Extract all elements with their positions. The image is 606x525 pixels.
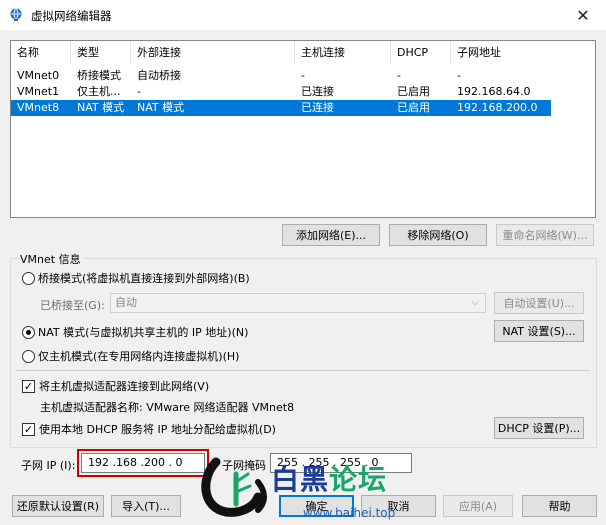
add-network-button[interactable]: 添加网络(E)... xyxy=(282,224,380,246)
nat-mode-label: NAT 模式(与虚拟机共享主机的 IP 地址)(N) xyxy=(38,326,249,339)
cell-dhcp: - xyxy=(397,69,401,82)
network-globe-icon xyxy=(10,8,22,21)
import-button[interactable]: 导入(T)... xyxy=(111,495,181,517)
table-row-selected[interactable]: VMnet8 NAT 模式 NAT 模式 已连接 已启用 192.168.200… xyxy=(11,100,551,116)
auto-settings-button[interactable]: 自动设置(U)... xyxy=(494,292,584,314)
cell-name: VMnet1 xyxy=(17,85,60,98)
rename-network-button[interactable]: 重命名网络(W)... xyxy=(496,224,594,246)
cell-type: 桥接模式 xyxy=(77,69,121,82)
watermark-text: 白黑论坛 xyxy=(271,463,388,496)
remove-network-button[interactable]: 移除网络(O) xyxy=(389,224,487,246)
dhcp-label: 使用本地 DHCP 服务将 IP 地址分配给虚拟机(D) xyxy=(39,423,276,436)
nat-settings-button[interactable]: NAT 设置(S)... xyxy=(494,320,584,342)
column-header-host[interactable]: 主机连接 xyxy=(295,41,391,64)
column-header-dhcp[interactable]: DHCP xyxy=(391,41,451,64)
bridged-mode-label: 桥接模式(将虚拟机直接连接到外部网络)(B) xyxy=(38,272,250,285)
watermark-url: www.baihei.top xyxy=(303,506,396,520)
adapter-name-text: 主机虚拟适配器名称: VMware 网络适配器 VMnet8 xyxy=(40,401,295,414)
table-row[interactable]: VMnet0 桥接模式 自动桥接 - - - xyxy=(11,68,595,84)
vmnet-info-legend: VMnet 信息 xyxy=(18,251,83,267)
cell-host: - xyxy=(301,69,305,82)
host-only-mode-label: 仅主机模式(在专用网络内连接虚拟机)(H) xyxy=(38,350,240,363)
cell-type: 仅主机... xyxy=(77,85,121,98)
bridged-to-label: 已桥接至(G): xyxy=(40,299,105,312)
title-bar: 虚拟网络编辑器 ✕ xyxy=(0,0,606,30)
column-header-name[interactable]: 名称 xyxy=(11,41,71,64)
bridged-mode-radio[interactable]: 桥接模式(将虚拟机直接连接到外部网络)(B) xyxy=(22,270,250,286)
column-header-type[interactable]: 类型 xyxy=(71,41,131,64)
cell-dhcp: 已启用 xyxy=(397,101,430,114)
bridged-to-value: 自动 xyxy=(115,296,137,309)
cell-subnet: - xyxy=(457,69,461,82)
cell-external: - xyxy=(137,85,141,98)
restore-defaults-button[interactable]: 还原默认设置(R) xyxy=(12,495,104,517)
cell-type: NAT 模式 xyxy=(77,101,125,114)
network-list[interactable]: 名称 类型 外部连接 主机连接 DHCP 子网地址 VMnet0 桥接模式 自动… xyxy=(10,40,596,218)
table-row[interactable]: VMnet1 仅主机... - 已连接 已启用 192.168.64.0 xyxy=(11,84,595,100)
cell-external: 自动桥接 xyxy=(137,69,181,82)
dhcp-settings-button[interactable]: DHCP 设置(P)... xyxy=(494,417,584,439)
cell-subnet: 192.168.200.0 xyxy=(457,101,538,114)
cell-host: 已连接 xyxy=(301,101,334,114)
column-header-subnet[interactable]: 子网地址 xyxy=(451,41,595,64)
help-button[interactable]: 帮助 xyxy=(522,495,597,517)
radio-checked-icon xyxy=(22,325,35,339)
chevron-down-icon: ⌵ xyxy=(471,297,479,308)
bridged-to-select[interactable]: 自动 ⌵ xyxy=(110,293,486,313)
connect-adapter-checkbox[interactable]: ✓ 将主机虚拟适配器连接到此网络(V) xyxy=(22,378,209,394)
cell-name: VMnet8 xyxy=(17,101,60,114)
radio-unchecked-icon xyxy=(22,349,35,363)
window-title: 虚拟网络编辑器 xyxy=(31,9,112,23)
cell-name: VMnet0 xyxy=(17,69,60,82)
list-header: 名称 类型 外部连接 主机连接 DHCP 子网地址 xyxy=(11,41,595,64)
cell-dhcp: 已启用 xyxy=(397,85,430,98)
nat-mode-radio[interactable]: NAT 模式(与虚拟机共享主机的 IP 地址)(N) xyxy=(22,324,248,340)
column-header-external[interactable]: 外部连接 xyxy=(131,41,295,64)
checkmark-icon: ✓ xyxy=(22,379,35,393)
cell-external: NAT 模式 xyxy=(137,101,185,114)
separator xyxy=(16,370,590,371)
highlight-box xyxy=(77,449,209,477)
subnet-ip-label: 子网 IP (I): xyxy=(21,459,76,472)
close-icon[interactable]: ✕ xyxy=(560,0,606,30)
cell-host: 已连接 xyxy=(301,85,334,98)
checkmark-icon: ✓ xyxy=(22,422,35,436)
dhcp-checkbox[interactable]: ✓ 使用本地 DHCP 服务将 IP 地址分配给虚拟机(D) xyxy=(22,421,276,437)
host-only-mode-radio[interactable]: 仅主机模式(在专用网络内连接虚拟机)(H) xyxy=(22,348,239,364)
cell-subnet: 192.168.64.0 xyxy=(457,85,531,98)
apply-button[interactable]: 应用(A) xyxy=(443,495,513,517)
radio-unchecked-icon xyxy=(22,271,35,285)
connect-adapter-label: 将主机虚拟适配器连接到此网络(V) xyxy=(39,380,210,393)
